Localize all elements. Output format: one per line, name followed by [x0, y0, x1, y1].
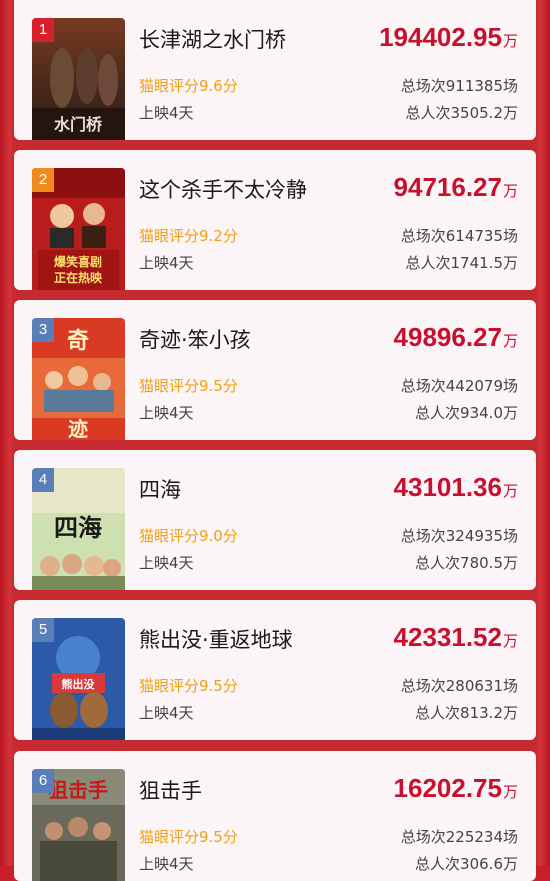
total-viewers: 总人次3505.2万	[405, 104, 519, 122]
rating-text: 猫眼评分9.5分	[139, 828, 238, 846]
total-showings: 总场次911385场	[400, 77, 518, 95]
total-viewers: 总人次306.6万	[415, 855, 518, 873]
box-office-gross: 42331.52万	[393, 622, 518, 652]
release-days: 上映4天	[139, 404, 194, 422]
total-showings: 总场次442079场	[400, 377, 518, 395]
svg-text:水门桥: 水门桥	[54, 115, 103, 134]
box-office-gross: 43101.36万	[393, 472, 518, 502]
rating-text: 猫眼评分9.5分	[139, 677, 238, 695]
rank-badge: 3	[32, 318, 54, 342]
rating-text: 猫眼评分9.2分	[139, 227, 238, 245]
total-viewers: 总人次1741.5万	[405, 254, 519, 272]
rank-badge: 4	[32, 468, 54, 492]
box-office-list: 水门桥 1 长津湖之水门桥 猫眼评分9.6分 上映4天 194402.95万 总…	[14, 0, 536, 881]
release-days: 上映4天	[139, 855, 194, 873]
release-days: 上映4天	[139, 104, 194, 122]
list-item[interactable]: 水门桥 1 长津湖之水门桥 猫眼评分9.6分 上映4天 194402.95万 总…	[14, 0, 536, 140]
rating-text: 猫眼评分9.0分	[139, 527, 238, 545]
movie-poster: 狙击手 6	[32, 769, 125, 881]
box-office-gross: 194402.95万	[379, 22, 518, 52]
total-viewers: 总人次813.2万	[415, 704, 518, 722]
svg-text:四海: 四海	[54, 513, 102, 542]
release-days: 上映4天	[139, 554, 194, 572]
list-item[interactable]: 熊出没 5 熊出没·重返地球 猫眼评分9.5分 上映4天 42331.52万 总…	[14, 600, 536, 740]
movie-title: 这个杀手不太冷静	[139, 178, 307, 202]
list-item[interactable]: 狙击手 6 狙击手 猫眼评分9.5分 上映4天 16202.75万 总场次225…	[14, 751, 536, 881]
svg-text:狙击手: 狙击手	[48, 778, 108, 802]
box-office-gross: 16202.75万	[393, 773, 518, 803]
svg-text:奇: 奇	[67, 328, 89, 354]
svg-text:迹: 迹	[68, 417, 88, 440]
rank-badge: 5	[32, 618, 54, 642]
movie-title: 长津湖之水门桥	[139, 28, 286, 52]
movie-title: 狙击手	[139, 779, 202, 803]
movie-poster: 奇 迹 3	[32, 318, 125, 440]
rank-badge: 1	[32, 18, 54, 42]
movie-poster: 爆笑喜剧 正在热映 2	[32, 168, 125, 290]
svg-text:熊出没: 熊出没	[62, 677, 96, 691]
list-item[interactable]: 奇 迹 3 奇迹·笨小孩 猫眼评分9.5分 上映4天 49896.27万 总场次…	[14, 300, 536, 440]
movie-title: 奇迹·笨小孩	[139, 328, 251, 352]
movie-title: 熊出没·重返地球	[139, 628, 293, 652]
list-item[interactable]: 四海 4 四海 猫眼评分9.0分 上映4天 43101.36万 总场次32493…	[14, 450, 536, 590]
movie-poster: 四海 4	[32, 468, 125, 590]
total-showings: 总场次324935场	[400, 527, 518, 545]
rank-badge: 2	[32, 168, 54, 192]
list-item[interactable]: 爆笑喜剧 正在热映 2 这个杀手不太冷静 猫眼评分9.2分 上映4天 94716…	[14, 150, 536, 290]
rating-text: 猫眼评分9.5分	[139, 377, 238, 395]
total-showings: 总场次614735场	[400, 227, 518, 245]
movie-title: 四海	[139, 478, 181, 502]
total-showings: 总场次225234场	[400, 828, 518, 846]
movie-poster: 水门桥 1	[32, 18, 125, 140]
rating-text: 猫眼评分9.6分	[139, 77, 238, 95]
total-viewers: 总人次780.5万	[415, 554, 518, 572]
total-showings: 总场次280631场	[400, 677, 518, 695]
rank-badge: 6	[32, 769, 54, 793]
release-days: 上映4天	[139, 254, 194, 272]
box-office-gross: 94716.27万	[393, 172, 518, 202]
movie-poster: 熊出没 5	[32, 618, 125, 740]
release-days: 上映4天	[139, 704, 194, 722]
total-viewers: 总人次934.0万	[415, 404, 518, 422]
svg-text:爆笑喜剧: 爆笑喜剧	[54, 254, 102, 269]
box-office-gross: 49896.27万	[393, 322, 518, 352]
svg-text:正在热映: 正在热映	[54, 270, 103, 285]
